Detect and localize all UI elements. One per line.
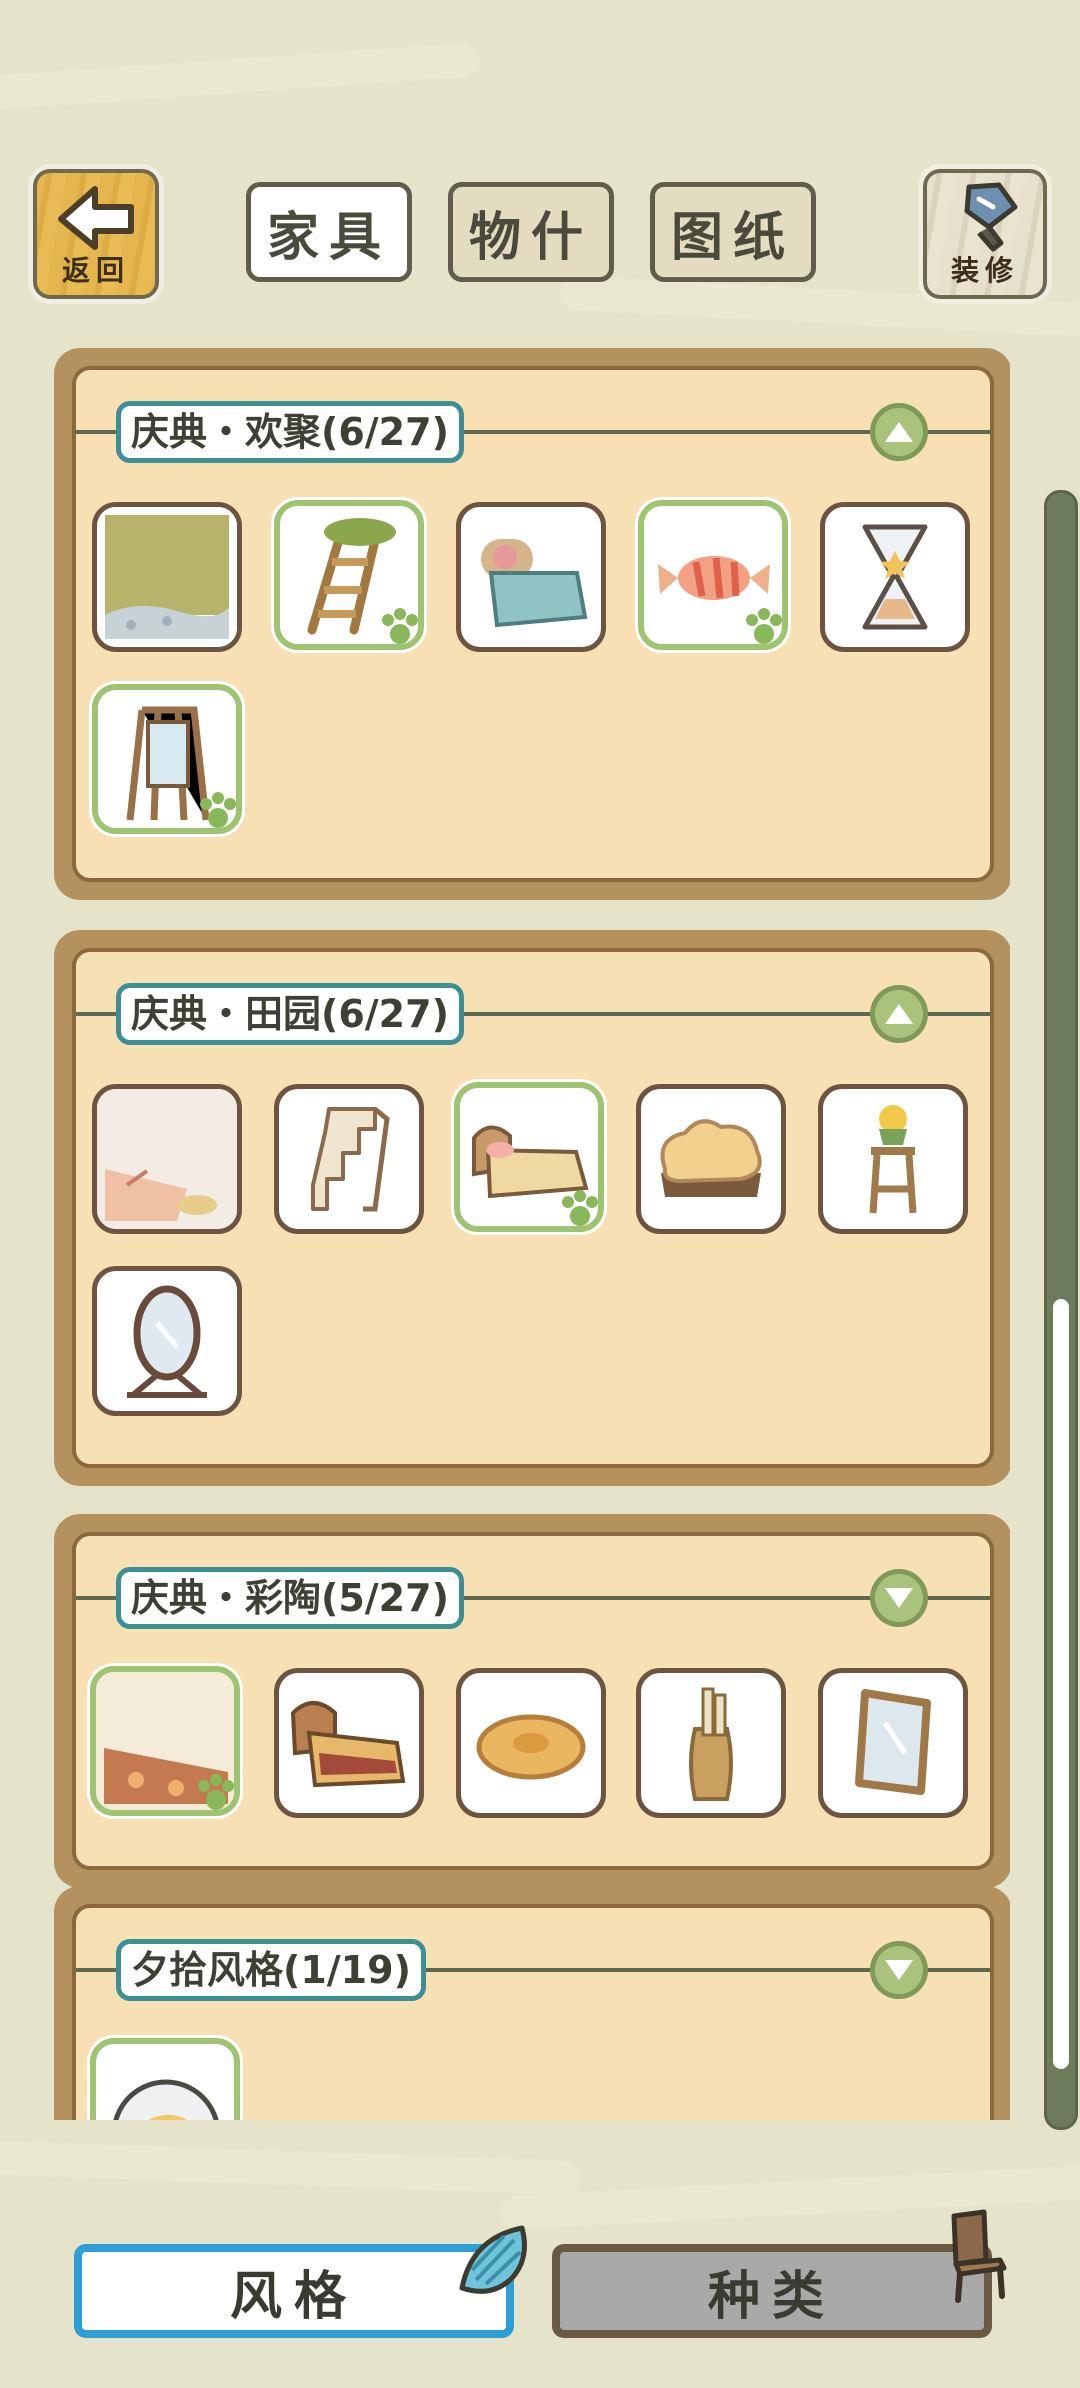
item-slot[interactable] [638, 500, 788, 650]
star-hourglass-icon [862, 524, 928, 630]
item-slot[interactable] [818, 1668, 968, 1818]
section-title: 庆典・田园(6/27) [116, 983, 464, 1045]
style-filter-button[interactable]: 风格 [74, 2244, 514, 2338]
round-cushion-icon [476, 1714, 586, 1780]
item-slot[interactable] [92, 502, 242, 652]
tab-blueprints-label: 图纸 [670, 207, 795, 268]
furniture-list[interactable]: 庆典・欢聚(6/27) 庆典・田园(6/27) 庆典・彩陶(5/27) 夕拾风格… [50, 340, 1010, 2120]
chevron-down-icon [885, 1960, 913, 1980]
list-scrollbar[interactable] [1044, 490, 1078, 2130]
green-wallpaper-icon [97, 507, 237, 647]
section-card: 庆典・彩陶(5/27) [54, 1514, 1010, 1888]
flower-bed-icon [481, 539, 588, 628]
item-slot[interactable] [92, 1266, 242, 1416]
item-slot[interactable] [818, 1084, 968, 1234]
section-title: 夕拾风格(1/19) [116, 1939, 426, 2001]
leaf-paw-icon [562, 1190, 598, 1226]
tab-furniture[interactable]: 家具 [246, 182, 412, 282]
section-card: 庆典・田园(6/27) [54, 930, 1010, 1486]
item-slot[interactable] [456, 1668, 606, 1818]
type-filter-label: 种类 [707, 2266, 836, 2327]
section-card: 夕拾风格(1/19) [54, 1886, 1010, 2120]
style-filter-label: 风格 [229, 2266, 358, 2327]
item-slot[interactable] [92, 1084, 242, 1234]
item-slot[interactable] [636, 1668, 786, 1818]
decorate-label: 装修 [950, 254, 1019, 287]
wooden-stairs-icon [311, 1107, 390, 1212]
expand-toggle[interactable] [870, 1941, 928, 1999]
tab-blueprints[interactable]: 图纸 [650, 182, 816, 282]
item-slot[interactable] [820, 502, 970, 652]
back-arrow-icon [58, 186, 134, 250]
item-slot[interactable] [274, 500, 424, 650]
scrollbar-thumb[interactable] [1053, 1299, 1069, 2069]
section-card: 庆典・欢聚(6/27) [54, 348, 1010, 900]
item-slot[interactable] [90, 1666, 240, 1816]
tab-items-label: 物什 [468, 207, 593, 268]
collapse-toggle[interactable] [870, 403, 928, 461]
standing-mirror-icon [127, 1285, 207, 1398]
ornate-bed-icon [290, 1701, 406, 1788]
moon-orb-icon [113, 2079, 219, 2120]
expand-toggle[interactable] [870, 1569, 928, 1627]
section-title: 庆典・彩陶(5/27) [116, 1567, 464, 1629]
shell-icon [459, 2225, 527, 2294]
tab-items[interactable]: 物什 [448, 182, 614, 282]
tab-furniture-label: 家具 [266, 207, 391, 268]
leaf-paw-icon [200, 792, 236, 828]
item-slot[interactable] [274, 1084, 424, 1234]
back-button[interactable]: 返回 [28, 164, 164, 304]
type-filter-button[interactable]: 种类 [552, 2244, 992, 2338]
section-title: 庆典・欢聚(6/27) [116, 401, 464, 463]
chevron-down-icon [885, 1588, 913, 1608]
item-slot[interactable] [90, 2038, 240, 2120]
scroll-vase-icon [689, 1687, 733, 1801]
back-label: 返回 [61, 254, 130, 287]
item-slot[interactable] [92, 684, 242, 834]
leaf-paw-icon [746, 608, 782, 644]
leaf-paw-icon [382, 608, 418, 644]
chevron-up-icon [885, 1004, 913, 1024]
item-slot[interactable] [274, 1668, 424, 1818]
rustic-floor-icon [97, 1089, 237, 1229]
decorate-button[interactable]: 装修 [918, 164, 1052, 304]
chair-icon [951, 2209, 1007, 2303]
floor-mirror-icon [855, 1689, 931, 1795]
item-slot[interactable] [456, 502, 606, 652]
chevron-up-icon [885, 422, 913, 442]
item-slot[interactable] [454, 1082, 604, 1232]
flower-stool-icon [869, 1105, 917, 1214]
collapse-toggle[interactable] [870, 985, 928, 1043]
paint-brush-icon [964, 182, 1018, 252]
item-slot[interactable] [636, 1084, 786, 1234]
bread-cushion-icon [660, 1119, 762, 1197]
leaf-paw-icon [198, 1774, 234, 1810]
